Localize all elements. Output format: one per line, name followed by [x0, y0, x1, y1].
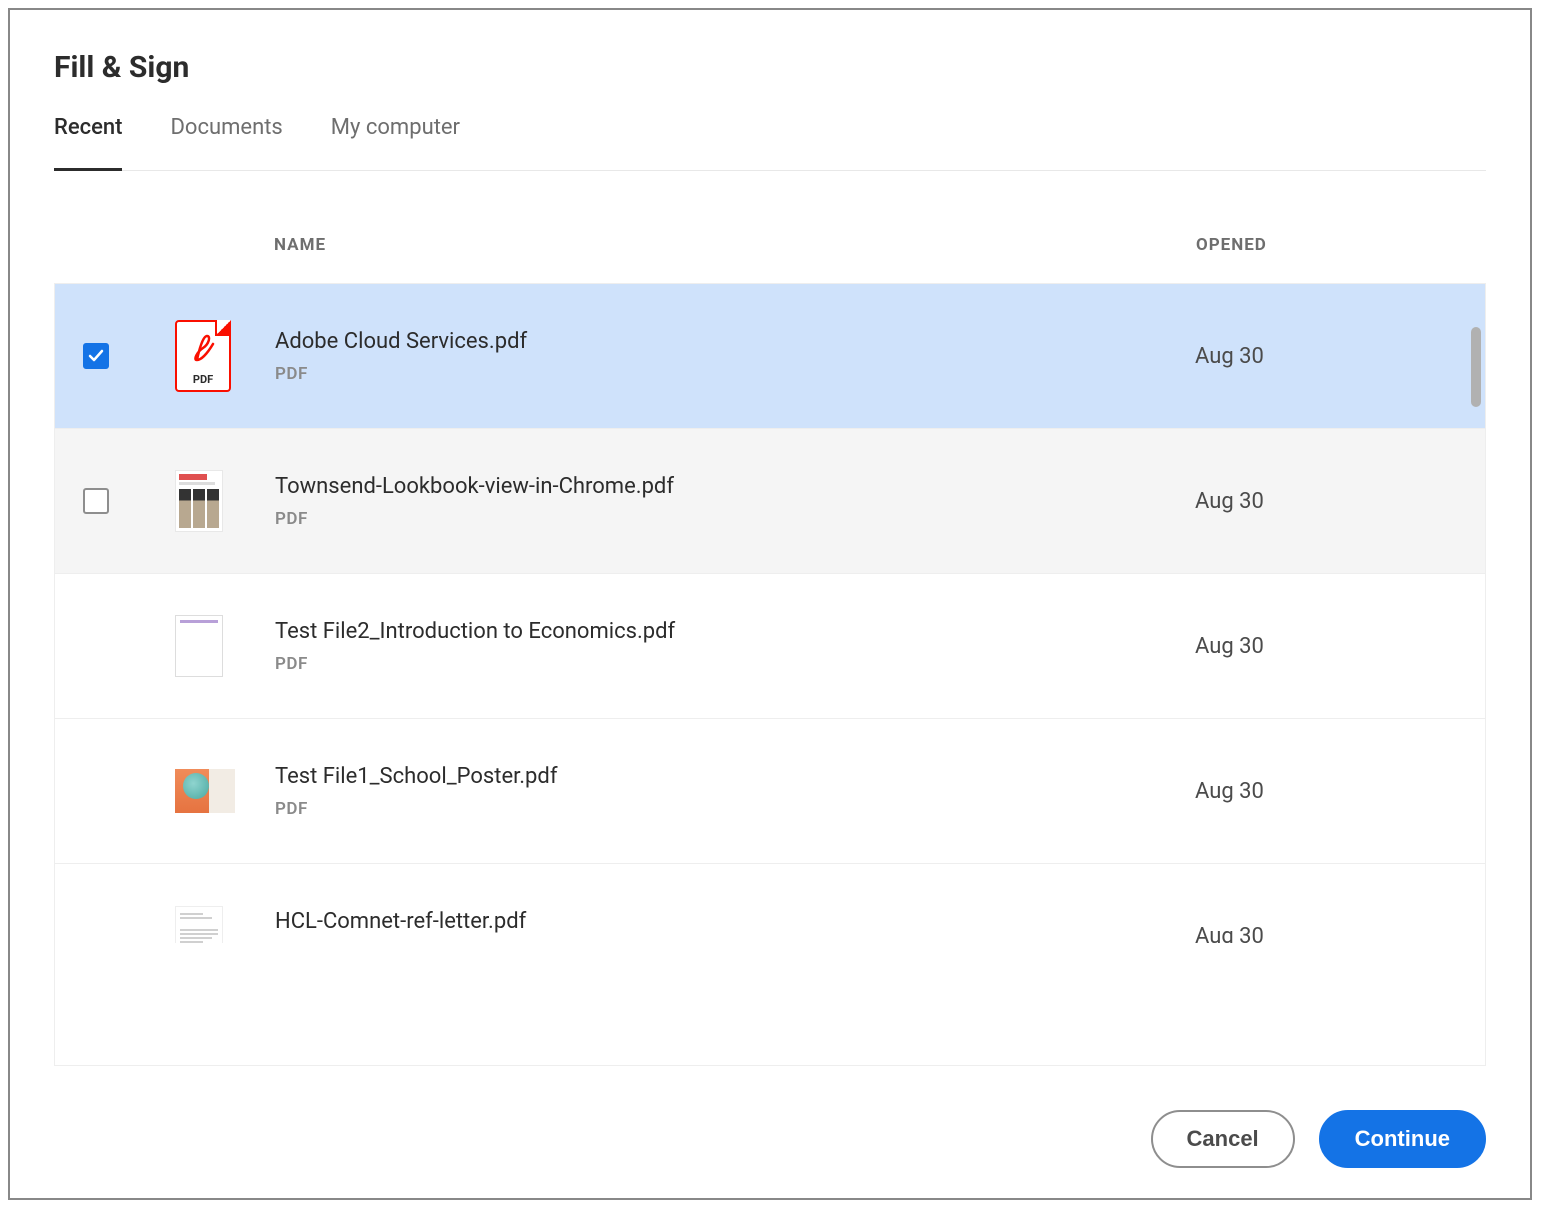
- column-header-name[interactable]: NAME: [274, 235, 1196, 255]
- document-thumbnail: [175, 906, 223, 943]
- file-thumbnail: [175, 906, 275, 943]
- column-header-opened[interactable]: OPENED: [1196, 235, 1486, 255]
- file-opened-date: Aug 30: [1195, 779, 1485, 804]
- file-picker-dialog: Fill & Sign Recent Documents My computer…: [8, 8, 1532, 1200]
- file-type: PDF: [275, 364, 1175, 384]
- file-type: PDF: [275, 799, 1175, 819]
- cancel-button[interactable]: Cancel: [1151, 1110, 1295, 1168]
- tab-my-computer[interactable]: My computer: [331, 115, 460, 170]
- file-name: Test File1_School_Poster.pdf: [275, 764, 1175, 789]
- file-thumbnail: [175, 769, 275, 813]
- pdf-file-icon: PDF: [175, 320, 231, 392]
- dialog-footer: Cancel Continue: [54, 1066, 1486, 1168]
- scrollbar-thumb[interactable]: [1471, 327, 1481, 407]
- file-thumbnail: [175, 615, 275, 677]
- file-checkbox[interactable]: [83, 488, 109, 514]
- file-opened-date: Aug 30: [1195, 634, 1485, 659]
- pdf-loop-icon: [189, 330, 217, 366]
- file-type: PDF: [275, 509, 1175, 529]
- file-thumbnail: PDF: [175, 320, 275, 392]
- file-opened-date: Aug 30: [1195, 344, 1485, 369]
- file-opened-date: Aug 30: [1195, 489, 1485, 514]
- document-thumbnail: [175, 470, 223, 532]
- file-type: PDF: [275, 654, 1175, 674]
- file-row[interactable]: HCL-Comnet-ref-letter.pdf PDF Aug 30: [55, 864, 1485, 943]
- document-thumbnail: [175, 769, 235, 813]
- file-name: Test File2_Introduction to Economics.pdf: [275, 619, 1175, 644]
- tab-recent[interactable]: Recent: [54, 115, 122, 170]
- file-row[interactable]: Test File1_School_Poster.pdf PDF Aug 30: [55, 719, 1485, 864]
- file-checkbox[interactable]: [83, 343, 109, 369]
- file-thumbnail: [175, 470, 275, 532]
- file-name: HCL-Comnet-ref-letter.pdf: [275, 909, 1175, 934]
- file-name: Townsend-Lookbook-view-in-Chrome.pdf: [275, 474, 1175, 499]
- file-row[interactable]: Test File2_Introduction to Economics.pdf…: [55, 574, 1485, 719]
- continue-button[interactable]: Continue: [1319, 1110, 1486, 1168]
- file-row[interactable]: Townsend-Lookbook-view-in-Chrome.pdf PDF…: [55, 429, 1485, 574]
- file-opened-date: Aug 30: [1195, 924, 1485, 944]
- file-name: Adobe Cloud Services.pdf: [275, 329, 1175, 354]
- file-list: PDF Adobe Cloud Services.pdf PDF Aug 30 …: [54, 283, 1486, 1066]
- dialog-title: Fill & Sign: [54, 50, 1486, 85]
- check-icon: [88, 348, 104, 364]
- file-row[interactable]: PDF Adobe Cloud Services.pdf PDF Aug 30: [55, 284, 1485, 429]
- document-thumbnail: [175, 615, 223, 677]
- tabs: Recent Documents My computer: [54, 115, 1486, 171]
- pdf-icon-label: PDF: [177, 373, 229, 386]
- tab-documents[interactable]: Documents: [170, 115, 282, 170]
- table-header: NAME OPENED: [54, 207, 1486, 283]
